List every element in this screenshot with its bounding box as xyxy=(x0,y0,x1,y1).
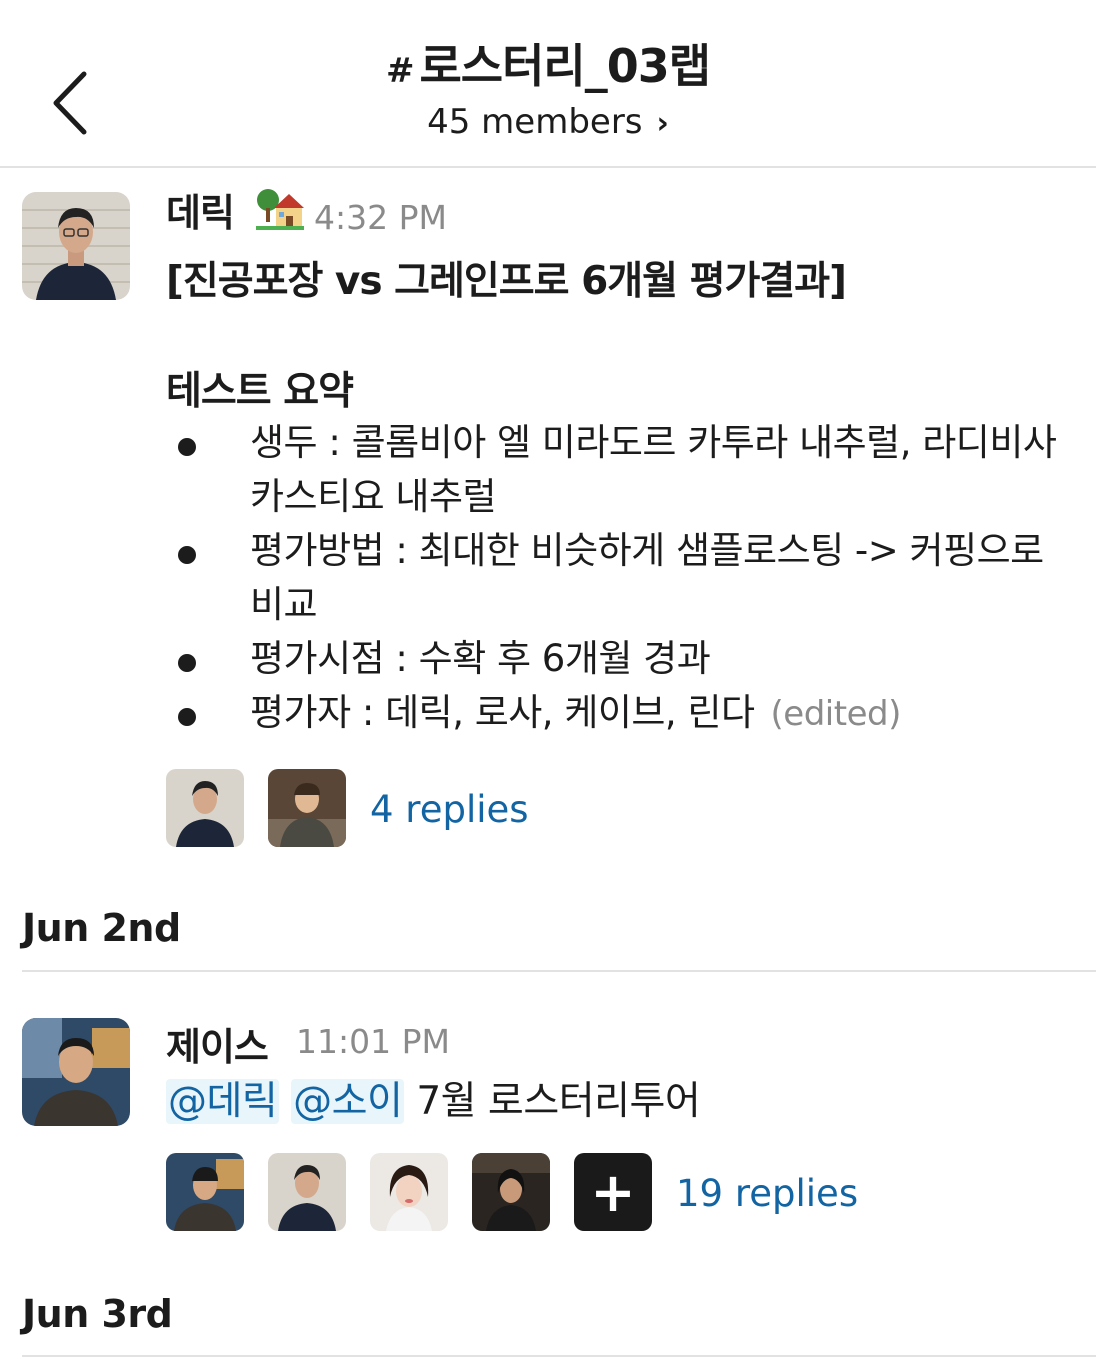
avatar-jace[interactable] xyxy=(22,1018,130,1126)
bullet-icon xyxy=(178,708,196,726)
bullet-icon xyxy=(178,546,196,564)
mention-soi[interactable]: @소이 xyxy=(291,1079,405,1124)
reply-avatar[interactable] xyxy=(268,1153,346,1231)
thread-replies-link[interactable]: 4 replies xyxy=(370,788,529,831)
house-with-garden-emoji-icon xyxy=(256,186,304,230)
reply-avatar[interactable] xyxy=(370,1153,448,1231)
channel-title[interactable]: # 로스터리_03랩 xyxy=(0,30,1096,96)
list-item-text: 평가자 : 데릭, 로사, 케이브, 린다 xyxy=(250,691,755,734)
date-divider xyxy=(22,1355,1096,1357)
reply-avatar[interactable] xyxy=(472,1153,550,1231)
edited-label: (edited) xyxy=(770,694,902,734)
list-item-text: 생두 : 콜롬비아 엘 미라도르 카투라 내추럴, 라디비사 카스티요 내추럴 xyxy=(250,421,1057,518)
date-divider xyxy=(22,970,1096,972)
reply-avatar[interactable] xyxy=(268,769,346,847)
avatar-derek[interactable] xyxy=(22,192,130,300)
summary-heading: 테스트 요약 xyxy=(166,369,354,414)
summary-list: 생두 : 콜롬비아 엘 미라도르 카투라 내추럴, 라디비사 카스티요 내추럴 … xyxy=(166,416,1076,741)
message-title: [진공포장 vs 그레인프로 6개월 평가결과] xyxy=(166,259,847,304)
date-divider-label: Jun 3rd xyxy=(22,1292,173,1336)
sender-name[interactable]: 데릭 xyxy=(166,182,235,237)
list-item: 평가시점 : 수확 후 6개월 경과 xyxy=(166,632,1076,686)
list-item-text: 평가방법 : 최대한 비슷하게 샘플로스팅 -> 커핑으로 비교 xyxy=(250,529,1044,626)
list-item: 평가자 : 데릭, 로사, 케이브, 린다 (edited) xyxy=(166,686,1076,741)
channel-hash-icon: # xyxy=(385,51,414,91)
bullet-icon xyxy=(178,654,196,672)
message-timestamp: 4:32 PM xyxy=(314,198,447,237)
list-item: 생두 : 콜롬비아 엘 미라도르 카투라 내추럴, 라디비사 카스티요 내추럴 xyxy=(166,416,1076,524)
date-divider-label: Jun 2nd xyxy=(22,906,181,950)
sender-name[interactable]: 제이스 xyxy=(166,1016,269,1071)
message-text: 7월 로스터리투어 xyxy=(416,1079,701,1124)
channel-name: 로스터리_03랩 xyxy=(419,39,711,93)
reply-avatar[interactable] xyxy=(166,1153,244,1231)
plus-icon[interactable]: + xyxy=(574,1153,652,1231)
message-timestamp: 11:01 PM xyxy=(296,1022,450,1061)
message-body: @데릭 @소이 7월 로스터리투어 xyxy=(166,1070,701,1126)
mention-derek[interactable]: @데릭 xyxy=(166,1079,280,1124)
thread-replies-link[interactable]: 19 replies xyxy=(676,1172,858,1215)
channel-header: # 로스터리_03랩 45 members › xyxy=(0,0,1096,168)
bullet-icon xyxy=(178,438,196,456)
chevron-right-icon: › xyxy=(656,106,669,141)
members-link[interactable]: 45 members › xyxy=(0,102,1096,142)
list-item: 평가방법 : 최대한 비슷하게 샘플로스팅 -> 커핑으로 비교 xyxy=(166,524,1076,632)
reply-avatar[interactable] xyxy=(166,769,244,847)
members-count: 45 members xyxy=(427,102,643,142)
list-item-text: 평가시점 : 수확 후 6개월 경과 xyxy=(250,637,711,680)
